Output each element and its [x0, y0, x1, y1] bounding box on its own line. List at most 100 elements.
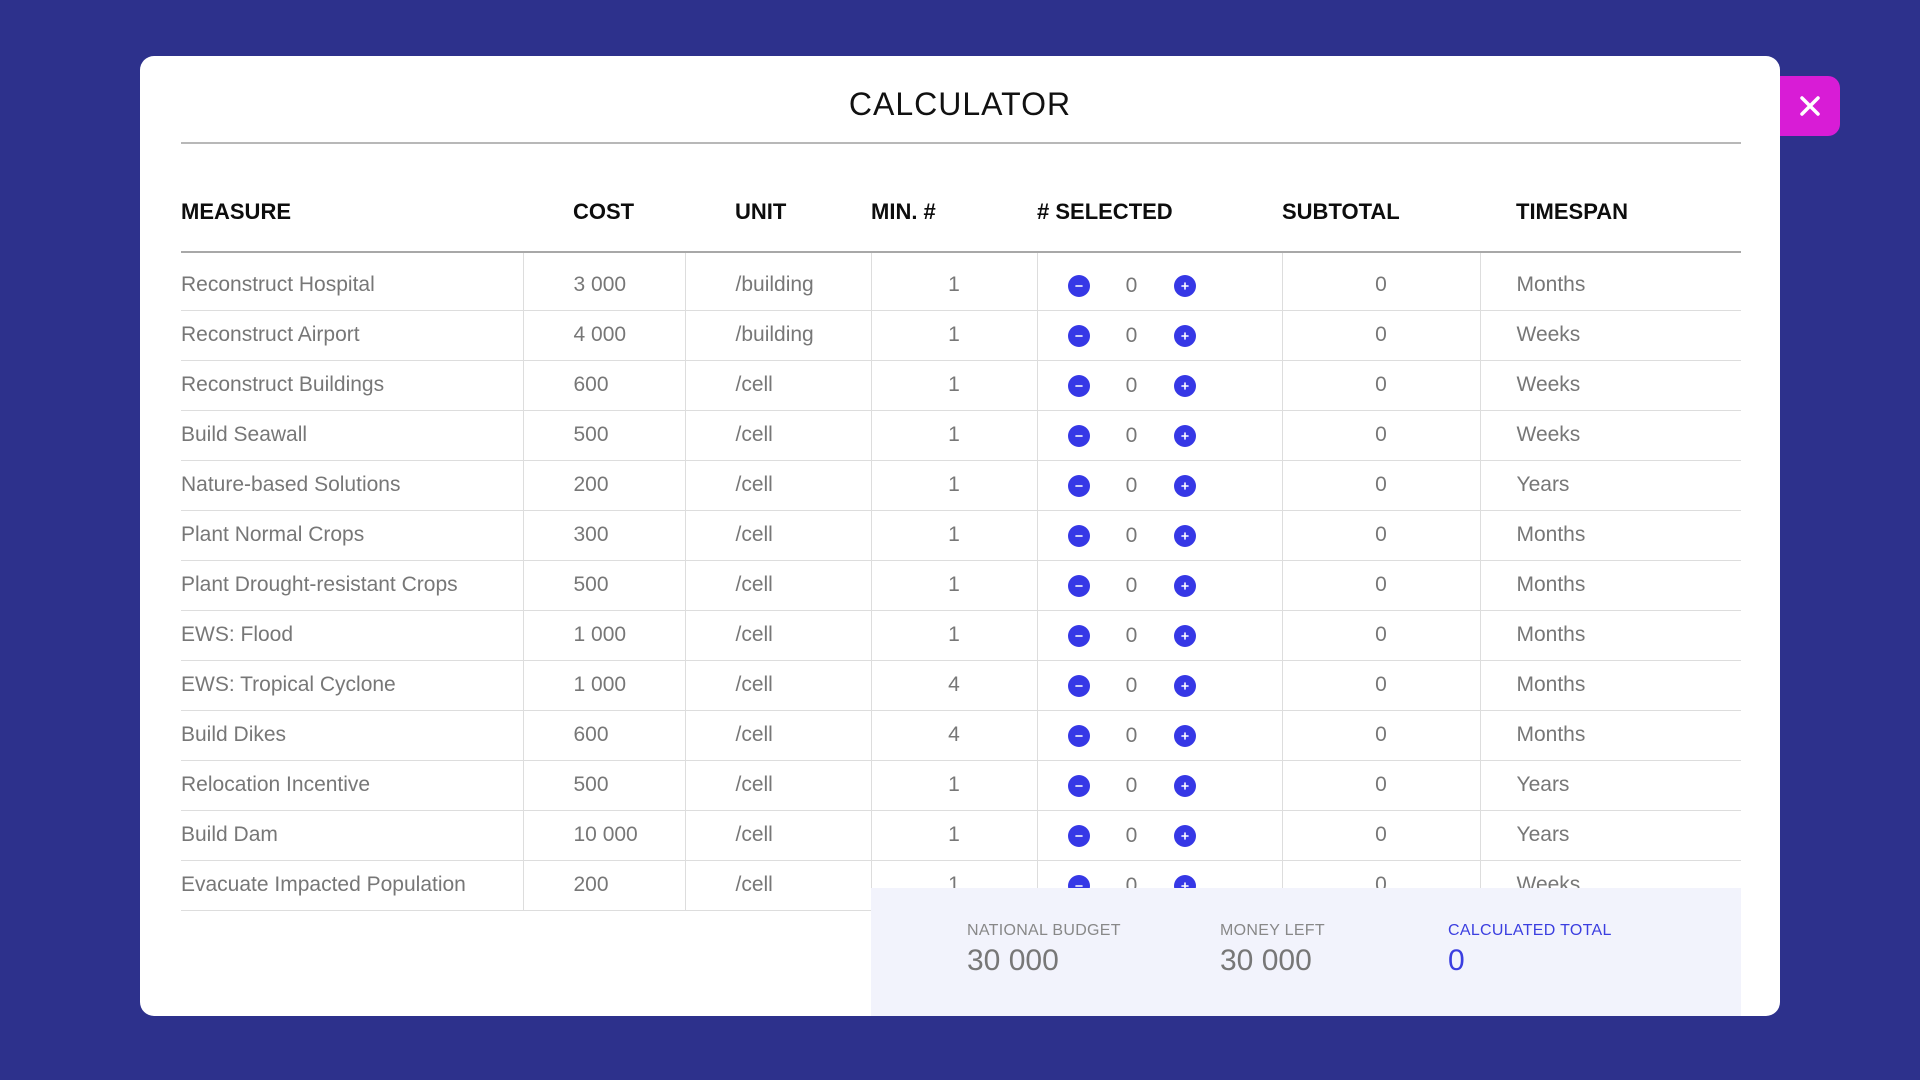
- national-budget: NATIONAL BUDGET 30 000: [967, 922, 1121, 978]
- table-row: EWS: Flood 1 000/cell 1 0 0 Months: [181, 610, 1741, 661]
- decrement-button[interactable]: [1067, 524, 1090, 547]
- timespan-value: Months: [1479, 560, 1741, 611]
- increment-button[interactable]: [1173, 824, 1196, 847]
- increment-button[interactable]: [1173, 374, 1196, 397]
- table-row: Reconstruct Airport 4 000/building 1 0 0 Week…: [181, 310, 1741, 361]
- selected-cell: 0: [1036, 360, 1282, 411]
- quantity-stepper: 0: [1067, 323, 1196, 348]
- decrement-button[interactable]: [1067, 424, 1090, 447]
- timespan-value: Months: [1479, 252, 1741, 311]
- subtotal-value: 0: [1281, 710, 1480, 761]
- measure-name: Reconstruct Buildings: [181, 360, 523, 411]
- quantity-stepper: 0: [1067, 524, 1196, 548]
- column-header-selected: # SELECTED: [1037, 172, 1282, 253]
- decrement-button[interactable]: [1067, 274, 1090, 297]
- selected-cell: 0: [1036, 760, 1282, 811]
- min-value: 1: [870, 310, 1037, 361]
- selected-count: 0: [1125, 773, 1138, 797]
- unit-value: /building: [684, 310, 871, 361]
- decrement-button[interactable]: [1067, 374, 1090, 397]
- decrement-button[interactable]: [1067, 724, 1090, 747]
- measure-name: Nature-based Solutions: [181, 460, 523, 511]
- decrement-button[interactable]: [1067, 824, 1090, 847]
- close-button[interactable]: [1780, 76, 1840, 136]
- decrement-button[interactable]: [1067, 624, 1090, 647]
- budget-summary: NATIONAL BUDGET 30 000 MONEY LEFT 30 000…: [871, 888, 1741, 1016]
- decrement-button[interactable]: [1067, 324, 1090, 347]
- timespan-value: Weeks: [1479, 360, 1741, 411]
- selected-count: 0: [1125, 473, 1138, 497]
- min-value: 1: [870, 810, 1037, 861]
- increment-button[interactable]: [1173, 424, 1196, 447]
- decrement-button[interactable]: [1067, 574, 1090, 597]
- cost-value: 10 000: [522, 810, 685, 861]
- increment-button[interactable]: [1173, 324, 1196, 347]
- minus-icon: [1074, 834, 1083, 837]
- calculated-total-label: CALCULATED TOTAL: [1448, 922, 1612, 939]
- min-value: 1: [870, 360, 1037, 411]
- selected-count: 0: [1125, 323, 1138, 347]
- measure-name: Build Dam: [181, 810, 523, 861]
- quantity-stepper: 0: [1067, 673, 1196, 698]
- subtotal-value: 0: [1281, 810, 1480, 861]
- table-row: Reconstruct Hospital 3 000/building 1 0 0 Mon…: [181, 252, 1741, 311]
- min-value: 1: [870, 410, 1037, 461]
- cost-value: 4 000: [522, 310, 685, 361]
- decrement-button[interactable]: [1067, 474, 1090, 497]
- increment-button[interactable]: [1173, 574, 1196, 597]
- quantity-stepper: 0: [1067, 824, 1196, 848]
- unit-value: /cell: [684, 660, 871, 711]
- increment-button[interactable]: [1173, 524, 1196, 547]
- money-left-label: MONEY LEFT: [1220, 922, 1325, 939]
- close-icon: [1800, 96, 1820, 116]
- selected-count: 0: [1125, 623, 1138, 647]
- selected-cell: 0: [1036, 252, 1282, 311]
- timespan-value: Months: [1479, 610, 1741, 661]
- selected-cell: 0: [1036, 510, 1282, 561]
- quantity-stepper: 0: [1067, 274, 1196, 298]
- cost-value: 500: [522, 760, 685, 811]
- cost-value: 1 000: [522, 660, 685, 711]
- increment-button[interactable]: [1173, 274, 1196, 297]
- calculator-modal: CALCULATOR MEASURE COST UNIT MIN. # # SE…: [140, 56, 1780, 1016]
- unit-value: /cell: [684, 860, 871, 911]
- decrement-button[interactable]: [1067, 774, 1090, 797]
- minus-icon: [1074, 734, 1083, 737]
- min-value: 1: [870, 760, 1037, 811]
- decrement-button[interactable]: [1067, 674, 1090, 697]
- min-value: 1: [870, 610, 1037, 661]
- timespan-value: Months: [1479, 510, 1741, 561]
- column-header-measure: MEASURE: [181, 172, 523, 253]
- selected-count: 0: [1125, 673, 1138, 697]
- minus-icon: [1074, 784, 1083, 787]
- measure-name: Evacuate Impacted Population: [181, 860, 523, 911]
- increment-button[interactable]: [1173, 774, 1196, 797]
- unit-value: /building: [684, 252, 871, 311]
- measure-name: Plant Normal Crops: [181, 510, 523, 561]
- plus-icon: [1180, 481, 1189, 490]
- column-header-subtotal: SUBTOTAL: [1282, 172, 1480, 253]
- quantity-stepper: 0: [1067, 623, 1196, 648]
- increment-button[interactable]: [1173, 674, 1196, 697]
- plus-icon: [1180, 531, 1189, 540]
- minus-icon: [1074, 284, 1083, 287]
- table-row: Plant Drought-resistant Crops 500/cell 1 0 0…: [181, 560, 1741, 611]
- min-value: 1: [870, 560, 1037, 611]
- timespan-value: Years: [1479, 460, 1741, 511]
- increment-button[interactable]: [1173, 624, 1196, 647]
- selected-cell: 0: [1036, 560, 1282, 611]
- subtotal-value: 0: [1281, 660, 1480, 711]
- column-header-timespan: TIMESPAN: [1480, 172, 1741, 253]
- timespan-value: Weeks: [1479, 310, 1741, 361]
- min-value: 4: [870, 660, 1037, 711]
- measure-name: Reconstruct Hospital: [181, 252, 523, 311]
- quantity-stepper: 0: [1067, 724, 1196, 748]
- selected-cell: 0: [1036, 710, 1282, 761]
- column-header-cost: COST: [523, 172, 685, 253]
- cost-value: 600: [522, 710, 685, 761]
- increment-button[interactable]: [1173, 724, 1196, 747]
- selected-cell: 0: [1036, 410, 1282, 461]
- subtotal-value: 0: [1281, 510, 1480, 561]
- timespan-value: Years: [1479, 760, 1741, 811]
- increment-button[interactable]: [1173, 474, 1196, 497]
